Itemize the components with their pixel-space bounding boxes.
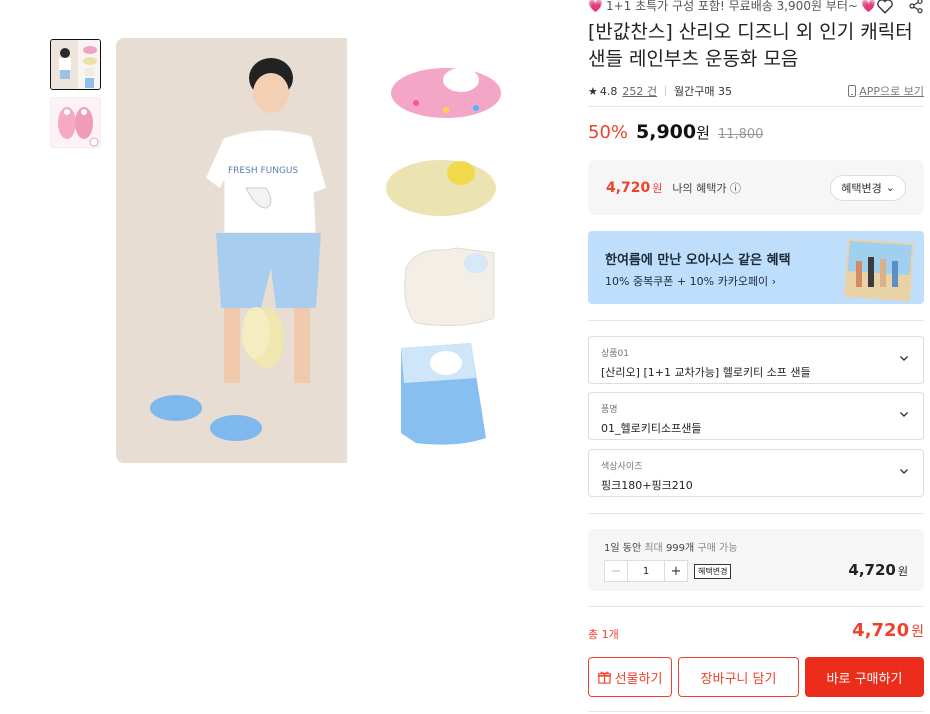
divider — [588, 513, 924, 514]
currency-unit: 원 — [652, 181, 663, 195]
option-value: 01_헬로키티소프샌들 — [601, 422, 702, 435]
help-circle-icon[interactable]: ⓘ — [730, 182, 741, 195]
thumbnail-1-image — [51, 40, 100, 89]
decrease-quantity-button[interactable]: − — [605, 561, 627, 581]
option-select-2[interactable]: 품명 01_헬로키티소프샌들 — [588, 392, 924, 440]
option-select-1[interactable]: 상품01 [산리오] [1+1 교차가능] 헬로키티 소프 샌들 — [588, 336, 924, 384]
wishlist-heart-icon[interactable] — [876, 0, 894, 20]
benefit-price-label: 나의 혜택가 ⓘ — [672, 180, 741, 196]
chevron-down-icon — [899, 352, 909, 366]
option-select-3[interactable]: 색상사이즈 핑크180+핑크210 — [588, 449, 924, 497]
benefit-change-label: 혜택변경 — [841, 181, 882, 195]
divider — [588, 320, 924, 321]
chevron-down-icon: ⌄ — [885, 181, 895, 194]
currency-unit: 원 — [911, 624, 924, 640]
rating-row: ★ 4.8 252 건 월간구매 35 APP으로 보기 — [588, 83, 924, 99]
mobile-phone-icon — [848, 85, 857, 97]
gift-button[interactable]: 선물하기 — [588, 657, 672, 697]
sale-price-amount: 5,900 — [636, 121, 697, 143]
thumbnail-1[interactable] — [50, 39, 101, 90]
rating-score: 4.8 — [599, 84, 618, 98]
product-title: [반값찬스] 산리오 디즈니 외 인기 캐릭터 샌들 레인부츠 운동화 모음 — [588, 21, 913, 70]
chevron-down-icon — [899, 408, 909, 422]
currency-unit: 원 — [696, 124, 710, 142]
total-count: 총 1개 — [588, 628, 619, 641]
limit-prefix: 1일 동안 — [604, 543, 642, 554]
increase-quantity-button[interactable]: + — [665, 561, 687, 581]
promo-text: 1+1 초특가 구성 포함! 무료배송 3,900원 부터~ — [605, 0, 858, 13]
benefit-change-tag[interactable]: 혜택변경 — [694, 564, 732, 579]
original-price: 11,800 — [717, 127, 764, 142]
banner-title: 한여름에 만난 오아시스 같은 혜택 — [605, 253, 791, 268]
add-to-cart-button[interactable]: 장바구니 담기 — [678, 657, 799, 697]
purchase-limit-text: 1일 동안 최대 999개 구매 가능 — [604, 539, 908, 554]
buy-now-button[interactable]: 바로 구매하기 — [805, 657, 924, 697]
gift-icon — [597, 671, 611, 684]
app-view-label: APP으로 보기 — [859, 85, 924, 98]
discount-rate: 50% — [588, 122, 629, 143]
monthly-purchases: 월간구매 35 — [674, 85, 732, 98]
banner-subtitle: 10% 중복쿠폰 + 10% 카카오페이 › — [605, 275, 777, 288]
review-count-link[interactable]: 252 건 — [622, 83, 657, 99]
price-row: 50% 5,900원 11,800 — [588, 121, 763, 143]
limit-muted: 최대 — [644, 543, 663, 554]
benefit-price: 4,720 원 — [606, 180, 662, 196]
option-label: 색상사이즈 — [601, 462, 643, 472]
item-price: 4,720 원 — [848, 561, 908, 579]
quantity-stepper: − 1 + — [604, 560, 688, 582]
chevron-down-icon — [899, 465, 909, 479]
svg-text:FRESH FUNGUS: FRESH FUNGUS — [228, 166, 299, 176]
quantity-box: 1일 동안 최대 999개 구매 가능 − 1 + 혜택변경 4,720 원 — [588, 529, 924, 591]
main-product-image: FRESH FUNGUS — [116, 38, 541, 463]
sale-price: 5,900원 — [636, 121, 710, 143]
benefit-label-text: 나의 혜택가 — [672, 181, 727, 195]
option-value: 핑크180+핑크210 — [601, 479, 693, 492]
gift-button-label: 선물하기 — [614, 671, 663, 687]
star-icon: ★ — [588, 84, 598, 98]
top-icons — [876, 0, 924, 20]
benefit-price-amount: 4,720 — [606, 179, 651, 196]
benefit-price-box: 4,720 원 나의 혜택가 ⓘ 혜택변경 ⌄ — [588, 160, 924, 215]
option-label: 상품01 — [601, 349, 630, 359]
option-label: 품명 — [601, 405, 618, 415]
promo-event-banner[interactable]: 한여름에 만난 오아시스 같은 혜택 10% 중복쿠폰 + 10% 카카오페이 … — [588, 231, 924, 304]
limit-suffix: 구매 가능 — [697, 543, 738, 554]
currency-unit: 원 — [897, 565, 908, 578]
total-price: 4,720 원 — [852, 620, 924, 641]
app-view-link[interactable]: APP으로 보기 — [848, 83, 924, 99]
product-info-panel: 💗 1+1 초특가 구성 포함! 무료배송 3,900원 부터~ 💗 [반값찬스… — [588, 0, 924, 714]
share-icon[interactable] — [908, 0, 924, 20]
thumbnail-2[interactable] — [50, 97, 101, 148]
quantity-value[interactable]: 1 — [627, 561, 665, 581]
divider — [665, 86, 666, 96]
total-price-amount: 4,720 — [852, 620, 910, 641]
action-buttons: 선물하기 장바구니 담기 바로 구매하기 — [588, 657, 924, 697]
benefit-change-button[interactable]: 혜택변경 ⌄ — [830, 174, 906, 201]
thumbnail-2-image — [51, 98, 100, 147]
option-value: [산리오] [1+1 교차가능] 헬로키티 소프 샌들 — [601, 366, 811, 379]
divider — [588, 711, 924, 712]
item-price-amount: 4,720 — [848, 561, 896, 579]
heart-emoji-icon: 💗 — [860, 0, 876, 13]
limit-count: 999개 — [665, 543, 695, 554]
divider — [588, 606, 924, 607]
banner-beach-photo — [844, 239, 914, 301]
divider — [588, 106, 924, 107]
promo-banner-text: 💗 1+1 초특가 구성 포함! 무료배송 3,900원 부터~ 💗 — [588, 0, 876, 14]
heart-emoji-icon: 💗 — [588, 0, 603, 13]
